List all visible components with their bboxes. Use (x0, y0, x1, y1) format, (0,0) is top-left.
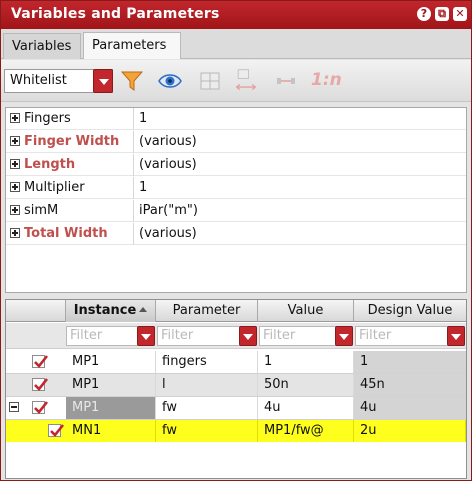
expand-icon[interactable] (10, 136, 20, 146)
parameters-table: Instance Parameter Value Design Value Fi… (5, 299, 467, 479)
property-value[interactable]: (various) (139, 134, 197, 149)
row-checkbox[interactable] (32, 378, 49, 391)
chevron-down-icon[interactable] (93, 69, 113, 93)
properties-panel: Fingers 1 Finger Width (various) Length … (5, 107, 467, 293)
table-row[interactable]: MN1 fw MP1/fw@ 2u (6, 420, 466, 442)
instance-cell[interactable]: MP1 (66, 374, 156, 396)
row-checkbox[interactable] (32, 401, 49, 414)
close-icon[interactable]: ✕ (453, 7, 467, 21)
toolbar: Whitelist 1:n (1, 60, 471, 102)
property-value[interactable]: 1 (139, 111, 147, 126)
property-name: simM (24, 203, 59, 218)
filter-mode-value: Whitelist (10, 73, 67, 88)
property-value[interactable]: 1 (139, 180, 147, 195)
check-icon (50, 424, 65, 437)
design-value-cell: 2u (354, 420, 466, 442)
filter-mode-select[interactable]: Whitelist (4, 69, 113, 93)
filter-icon[interactable] (119, 68, 145, 94)
design-value-cell: 4u (354, 397, 466, 419)
value-cell[interactable]: MP1/fw@ (258, 420, 354, 442)
collapse-icon[interactable] (9, 402, 19, 412)
design-value-filter-input[interactable]: Filter (355, 326, 465, 346)
check-icon (34, 401, 49, 414)
chevron-down-icon[interactable] (137, 326, 155, 346)
row-checkbox[interactable] (32, 355, 49, 368)
column-header-select[interactable] (6, 300, 66, 322)
table-header: Instance Parameter Value Design Value (6, 300, 466, 322)
value-cell[interactable]: 1 (258, 351, 354, 373)
row-checkbox[interactable] (48, 424, 65, 437)
property-name: Total Width (24, 226, 108, 241)
column-header-value[interactable]: Value (258, 300, 354, 322)
parameter-cell[interactable]: l (156, 374, 258, 396)
table-row[interactable]: MP1 fingers 1 1 (6, 351, 466, 373)
chevron-down-icon[interactable] (447, 326, 465, 346)
column-header-design-value[interactable]: Design Value (354, 300, 466, 322)
property-value[interactable]: (various) (139, 157, 197, 172)
filter-row: Filter Filter Filter Filter (6, 323, 466, 349)
float-icon[interactable]: ⧉ (435, 7, 449, 21)
parameter-cell[interactable]: fw (156, 420, 258, 442)
tab-parameters[interactable]: Parameters (83, 32, 181, 59)
table-row[interactable]: MP1 fw 4u 4u (6, 397, 466, 419)
tab-bar: Variables Parameters (1, 29, 471, 59)
property-row[interactable]: Finger Width (various) (6, 131, 466, 153)
eye-icon[interactable] (157, 68, 183, 94)
property-row[interactable]: simM iPar("m") (6, 200, 466, 222)
window-title: Variables and Parameters (11, 6, 220, 22)
sort-ascending-icon (139, 307, 148, 312)
parameter-filter-input[interactable]: Filter (157, 326, 257, 346)
property-value[interactable]: iPar("m") (139, 203, 198, 218)
property-row[interactable]: Length (various) (6, 154, 466, 176)
parameter-cell[interactable]: fw (156, 397, 258, 419)
instance-cell[interactable]: MN1 (66, 420, 156, 442)
column-header-instance[interactable]: Instance (66, 300, 156, 322)
expand-icon[interactable] (10, 205, 20, 215)
property-value[interactable]: (various) (139, 226, 197, 241)
property-row[interactable]: Fingers 1 (6, 108, 466, 130)
instance-cell[interactable]: MP1 (66, 351, 156, 373)
table-row[interactable]: MP1 l 50n 45n (6, 374, 466, 396)
help-icon[interactable]: ? (417, 7, 431, 21)
chevron-down-icon[interactable] (239, 326, 257, 346)
value-filter-input[interactable]: Filter (259, 326, 353, 346)
expand-icon[interactable] (10, 159, 20, 169)
design-value-cell: 1 (354, 351, 466, 373)
design-value-cell: 45n (354, 374, 466, 396)
separator-icon[interactable] (273, 68, 299, 94)
grid-icon[interactable] (197, 68, 223, 94)
check-icon (34, 378, 49, 391)
instance-filter-input[interactable]: Filter (66, 326, 155, 346)
property-name: Fingers (24, 111, 71, 126)
chevron-down-icon[interactable] (335, 326, 353, 346)
expand-icon[interactable] (10, 182, 20, 192)
property-name: Multiplier (24, 180, 85, 195)
property-row[interactable]: Total Width (various) (6, 223, 466, 245)
expand-icon[interactable] (10, 113, 20, 123)
instance-cell[interactable]: MP1 (66, 397, 156, 419)
property-name: Length (24, 157, 76, 172)
tab-variables[interactable]: Variables (3, 33, 81, 59)
column-header-parameter[interactable]: Parameter (156, 300, 258, 322)
title-bar[interactable]: Variables and Parameters ? ⧉ ✕ (1, 1, 471, 29)
variables-parameters-window: Variables and Parameters ? ⧉ ✕ Variables… (0, 0, 472, 481)
expand-icon[interactable] (10, 228, 20, 238)
swap-icon[interactable] (233, 68, 259, 94)
value-cell[interactable]: 50n (258, 374, 354, 396)
value-cell[interactable]: 4u (258, 397, 354, 419)
ratio-button[interactable]: 1:n (311, 70, 342, 90)
parameter-cell[interactable]: fingers (156, 351, 258, 373)
property-row[interactable]: Multiplier 1 (6, 177, 466, 199)
property-name: Finger Width (24, 134, 120, 149)
check-icon (34, 355, 49, 368)
